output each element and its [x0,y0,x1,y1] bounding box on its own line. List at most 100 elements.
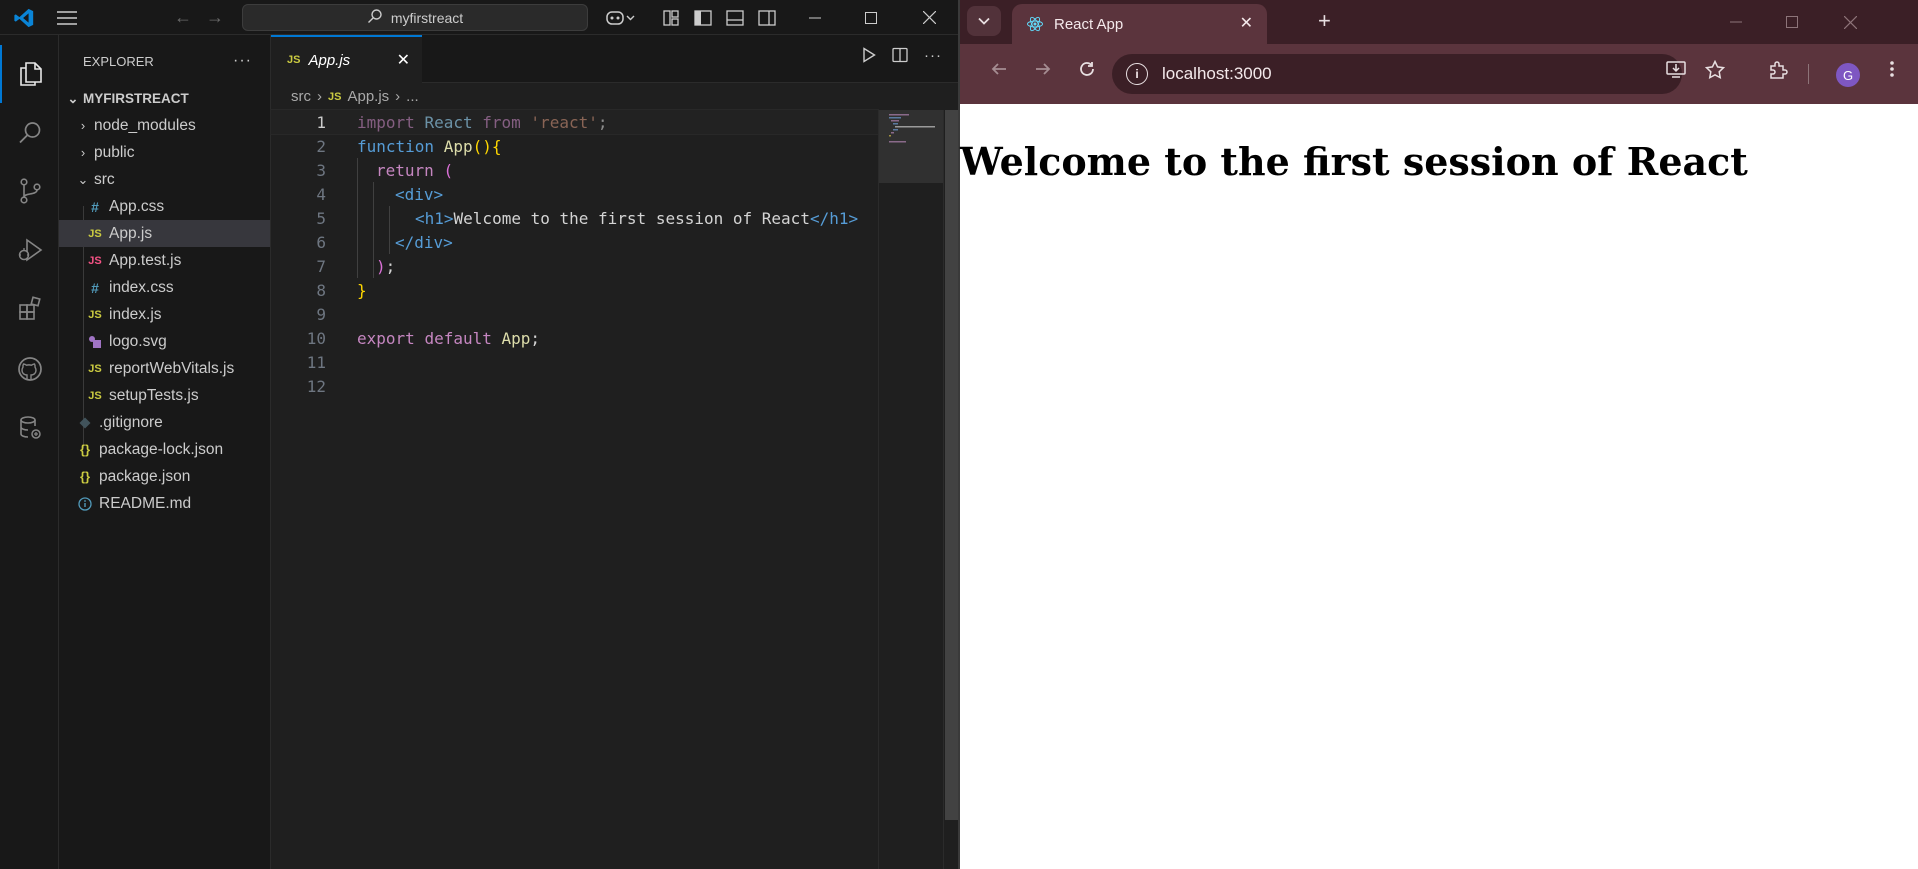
chrome-minimize-icon[interactable] [1708,0,1764,44]
screen: ← → myfirstreact EXPLORER ··· ⌄ MYFIRSTR… [0,0,1918,869]
tree-item-gitignore[interactable]: .gitignore [59,409,270,436]
tree-item-index-js[interactable]: JS index.js [59,301,270,328]
search-icon [367,8,383,27]
site-info-icon[interactable]: i [1126,63,1148,85]
editor-tabs: JS App.js ✕ ··· [271,35,958,83]
address-bar[interactable]: i localhost:3000 [1112,54,1682,94]
profile-avatar[interactable]: G [1836,63,1860,87]
run-debug-icon[interactable] [0,221,59,279]
forward-arrow-icon[interactable]: → [204,0,226,35]
react-logo-icon [1026,15,1044,33]
vscode-maximize-icon[interactable] [848,0,894,35]
vscode-close-icon[interactable] [906,0,952,35]
tree-item-node-modules[interactable]: › node_modules [59,112,270,139]
new-tab-icon[interactable]: + [1318,8,1331,34]
tree-item-index-css[interactable]: # index.css [59,274,270,301]
editor-scrollbar[interactable] [943,110,958,869]
explorer-title: EXPLORER [83,53,154,69]
folder-root-label: MYFIRSTREACT [83,91,189,106]
tab-search-button[interactable] [967,6,1001,36]
tree-item-app-test-js[interactable]: JS App.test.js [59,247,270,274]
breadcrumb-folder[interactable]: src [291,88,311,105]
code-line: 11 [271,350,878,374]
reload-icon[interactable] [1078,60,1096,84]
js-file-icon: JS [328,90,342,103]
tree-item-app-css[interactable]: # App.css [59,193,270,220]
menu-icon[interactable] [52,0,82,35]
database-icon[interactable] [0,399,59,457]
split-editor-icon[interactable] [892,47,908,67]
breadcrumb-file[interactable]: App.js [347,88,389,105]
command-center[interactable]: myfirstreact [242,4,588,31]
search-icon[interactable] [0,104,59,162]
code-line: 2 function App(){ [271,134,878,158]
code-text: function App(){ [357,136,502,156]
js-file-icon: JS [88,362,102,375]
github-icon[interactable] [0,340,59,398]
chrome-tab[interactable]: React App ✕ [1012,4,1267,44]
run-icon[interactable] [862,47,876,67]
chevron-right-icon: › [80,145,86,160]
tree-item-label: node_modules [94,116,196,134]
toggle-primary-sidebar-icon[interactable] [692,0,714,35]
tree-item-label: package-lock.json [99,440,224,458]
info-icon [75,496,95,511]
code-line: 12 [271,374,878,398]
minimap[interactable] [878,110,944,869]
tree-item-setup-tests[interactable]: JS setupTests.js [59,382,270,409]
scrollbar-thumb[interactable] [945,110,958,820]
extensions-icon[interactable] [0,280,59,338]
chrome-close-icon[interactable] [1822,0,1878,44]
close-tab-icon[interactable]: ✕ [397,50,410,70]
code-line: 8 } [271,278,878,302]
tree-item-logo-svg[interactable]: logo.svg [59,328,270,355]
install-app-icon[interactable] [1666,60,1686,83]
tree-item-package-lock[interactable]: {} package-lock.json [59,436,270,463]
close-tab-icon[interactable]: ✕ [1240,13,1253,33]
more-actions-icon[interactable]: ··· [233,52,252,70]
code-line: 7 ); [271,254,878,278]
explorer-icon[interactable] [0,45,59,103]
tree-item-public[interactable]: › public [59,139,270,166]
tree-item-label: App.js [109,224,153,242]
vscode-logo-icon [8,0,40,35]
tree-item-label: App.test.js [109,251,182,269]
bookmark-star-icon[interactable] [1704,59,1726,84]
back-arrow-icon[interactable]: ← [172,0,194,35]
code-text: return ( [376,160,454,180]
tree-item-package-json[interactable]: {} package.json [59,463,270,490]
tree-item-label: README.md [99,494,192,512]
customize-layout-icon[interactable] [660,0,682,35]
command-center-label: myfirstreact [390,9,464,26]
chrome-window: React App ✕ + i localhost:3000 G Welcome… [958,0,1918,869]
chrome-menu-icon[interactable] [1890,60,1894,83]
code-editor[interactable]: 1 import React from 'react'; 2 function … [270,109,879,398]
toggle-secondary-sidebar-icon[interactable] [756,0,778,35]
back-arrow-icon[interactable] [990,60,1008,84]
line-number: 9 [316,304,326,324]
editor-actions: ··· [862,47,942,67]
css-file-icon: # [91,279,99,296]
page-heading: Welcome to the first session of React [960,139,1748,184]
tree-item-readme[interactable]: README.md [59,490,270,517]
tree-item-label: .gitignore [99,413,163,431]
tree-item-label: index.js [109,305,162,323]
tree-item-app-js[interactable]: JS App.js [59,220,270,247]
source-control-icon[interactable] [0,162,59,220]
more-actions-icon[interactable]: ··· [924,47,942,67]
breadcrumb-more[interactable]: ... [406,88,419,105]
git-file-icon [75,417,95,429]
copilot-icon[interactable] [603,0,639,35]
folder-root[interactable]: ⌄ MYFIRSTREACT [59,85,270,112]
chevron-right-icon: › [395,88,401,105]
tree-item-report-web-vitals[interactable]: JS reportWebVitals.js [59,355,270,382]
forward-arrow-icon[interactable] [1034,60,1052,84]
toggle-panel-icon[interactable] [724,0,746,35]
tab-app-js[interactable]: JS App.js ✕ [271,35,422,83]
extensions-icon[interactable] [1768,60,1788,85]
tree-item-src[interactable]: ⌄ src [59,166,270,193]
chrome-tab-title: React App [1054,15,1124,33]
code-text: import React from 'react'; [357,112,608,132]
chrome-maximize-icon[interactable] [1764,0,1820,44]
vscode-minimize-icon[interactable] [792,0,838,35]
